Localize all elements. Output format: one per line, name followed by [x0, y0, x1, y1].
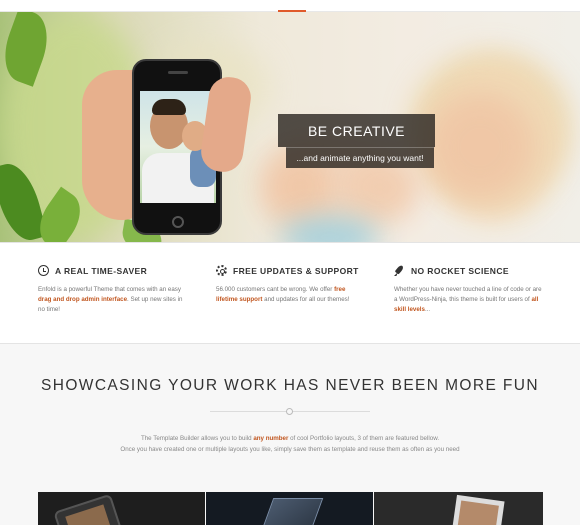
- description-line: The Template Builder allows you to build…: [0, 433, 580, 444]
- feature-text: Whether you have never touched a line of…: [394, 285, 544, 315]
- clock-icon: [38, 265, 49, 276]
- glass-image: [258, 498, 324, 525]
- gear-icon: [216, 265, 227, 276]
- feature-title: A REAL TIME-SAVER: [55, 265, 148, 276]
- section-heading: SHOWCASING YOUR WORK HAS NEVER BEEN MORE…: [41, 377, 539, 394]
- feature-text-part: ...: [424, 306, 431, 313]
- phone-speaker: [168, 71, 188, 74]
- top-bar: [0, 0, 580, 12]
- portfolio-item[interactable]: [374, 492, 543, 525]
- feature-text: Enfold is a powerful Theme that comes wi…: [38, 285, 188, 315]
- portfolio-item[interactable]: [206, 492, 373, 525]
- feature-text: 56.000 customers cant be wrong. We offer…: [216, 285, 366, 305]
- section-description: The Template Builder allows you to build…: [0, 433, 580, 455]
- phone-home-button: [172, 216, 184, 228]
- photo-frame-image: [451, 494, 505, 525]
- features-section: A REAL TIME-SAVER Enfold is a powerful T…: [0, 242, 580, 344]
- feature-text-part: 56.000 customers cant be wrong. We offer: [216, 286, 335, 293]
- feature-header: A REAL TIME-SAVER: [38, 265, 188, 276]
- slide-caption-title: BE CREATIVE: [278, 114, 435, 147]
- feature-title: FREE UPDATES & SUPPORT: [233, 265, 359, 276]
- divider-dot-icon: [286, 408, 293, 415]
- any-number-link[interactable]: any number: [253, 435, 288, 442]
- device-image: [53, 493, 123, 525]
- showcase-section: SHOWCASING YOUR WORK HAS NEVER BEEN MORE…: [0, 344, 580, 525]
- feature-text-part: Enfold is a powerful Theme that comes wi…: [38, 286, 181, 293]
- feature-text-part: Whether you have never touched a line of…: [394, 286, 542, 303]
- slide-caption-subtitle: ...and animate anything you want!: [286, 147, 434, 168]
- drag-drop-link[interactable]: drag and drop admin interface: [38, 296, 127, 303]
- feature-header: FREE UPDATES & SUPPORT: [216, 265, 366, 276]
- portfolio-grid: [38, 492, 543, 525]
- description-text: of cool Portfolio layouts, 3 of them are…: [288, 435, 440, 442]
- portfolio-item[interactable]: [38, 492, 205, 525]
- hero-slider[interactable]: BE CREATIVE ...and animate anything you …: [0, 12, 580, 242]
- feature-header: NO ROCKET SCIENCE: [394, 265, 544, 276]
- feature-free-updates: FREE UPDATES & SUPPORT 56.000 customers …: [216, 265, 366, 305]
- feature-time-saver: A REAL TIME-SAVER Enfold is a powerful T…: [38, 265, 188, 315]
- feature-text-part: and updates for all our themes!: [262, 296, 350, 303]
- feature-no-rocket-science: NO ROCKET SCIENCE Whether you have never…: [394, 265, 544, 315]
- photo-hair: [152, 99, 186, 115]
- description-text: The Template Builder allows you to build: [140, 435, 254, 442]
- background-face: [425, 92, 535, 202]
- rocket-icon: [394, 265, 405, 276]
- feature-title: NO ROCKET SCIENCE: [411, 265, 509, 276]
- description-line: Once you have created one or multiple la…: [120, 446, 460, 453]
